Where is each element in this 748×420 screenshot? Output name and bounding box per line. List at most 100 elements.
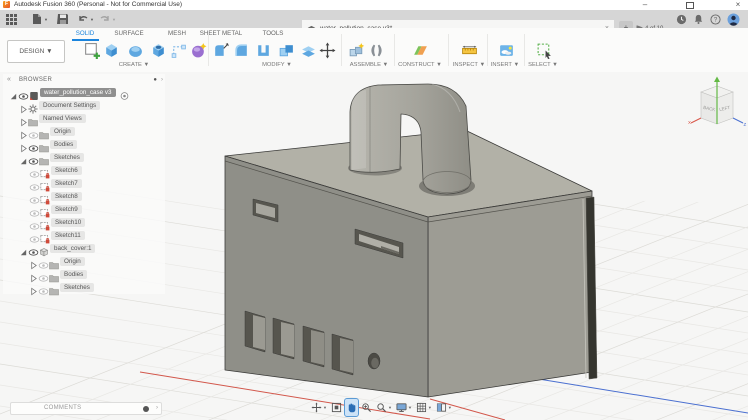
browser-item-bodies[interactable]: Bodies	[3, 268, 165, 281]
measure-icon[interactable]	[461, 42, 478, 59]
tab-solid[interactable]: SOLID	[70, 29, 100, 39]
group-label-select[interactable]: SELECT ▼	[513, 62, 573, 68]
collapse-panel-icon[interactable]: «	[7, 74, 11, 86]
browser-item-sketches[interactable]: Sketches	[3, 151, 165, 164]
panel-options-icon[interactable]: ●	[153, 74, 157, 86]
comments-bar[interactable]: COMMENTS ›	[10, 402, 162, 415]
browser-item-back-cover-1[interactable]: back_cover:1	[3, 242, 165, 255]
move-copy-icon[interactable]	[319, 42, 336, 59]
pattern-icon[interactable]	[170, 42, 187, 59]
expander-collapsed-icon[interactable]	[29, 270, 38, 279]
redo-caret[interactable]: ▼	[112, 17, 116, 22]
help-icon[interactable]: ?	[710, 14, 721, 25]
browser-item-bodies[interactable]: Bodies	[3, 138, 165, 151]
activate-component-radio[interactable]	[119, 88, 131, 98]
visibility-eye-icon[interactable]	[28, 244, 39, 253]
expander-expanded-icon[interactable]	[19, 153, 28, 162]
pan-button[interactable]	[345, 399, 358, 416]
construction-plane-icon[interactable]	[412, 42, 429, 59]
browser-item-sketch7[interactable]: Sketch7	[3, 177, 165, 190]
revolve-icon[interactable]	[127, 42, 144, 59]
expander-expanded-icon[interactable]	[19, 244, 28, 253]
maximize-button[interactable]	[686, 2, 694, 9]
browser-item-sketch9[interactable]: Sketch9	[3, 203, 165, 216]
browser-item-named-views[interactable]: Named Views	[3, 112, 165, 125]
browser-item-sketch11[interactable]: Sketch11	[3, 229, 165, 242]
visibility-eye-icon[interactable]	[29, 179, 40, 188]
tab-sheet-metal[interactable]: SHEET METAL	[198, 29, 244, 39]
3d-viewport[interactable]: BACK LEFT X Z « BROWSER ● › water_pollut…	[0, 72, 748, 420]
expander-collapsed-icon[interactable]	[19, 114, 28, 123]
folder-icon	[49, 283, 60, 293]
new-component-icon[interactable]	[348, 42, 365, 59]
file-menu-caret[interactable]: ▼	[44, 17, 48, 22]
visibility-eye-icon[interactable]	[28, 153, 39, 162]
browser-item-origin[interactable]: Origin	[3, 125, 165, 138]
separator	[394, 34, 395, 66]
folder-icon	[49, 257, 60, 267]
expander-collapsed-icon[interactable]	[19, 140, 28, 149]
visibility-eye-icon[interactable]	[29, 231, 40, 240]
orbit-button[interactable]: ▼	[310, 399, 328, 416]
undo-caret[interactable]: ▼	[90, 17, 94, 22]
user-avatar[interactable]	[727, 13, 740, 26]
data-panel-icon[interactable]	[5, 13, 17, 25]
expander-collapsed-icon[interactable]	[19, 127, 28, 136]
grid-snaps-button[interactable]: ▼	[415, 399, 433, 416]
expander-collapsed-icon[interactable]	[29, 283, 38, 292]
display-settings-button[interactable]: ▼	[395, 399, 413, 416]
fit-button[interactable]	[330, 399, 343, 416]
press-pull-icon[interactable]	[212, 42, 229, 59]
close-button[interactable]: ×	[732, 0, 744, 10]
visibility-eye-icon[interactable]	[29, 205, 40, 214]
job-status-icon[interactable]	[676, 14, 687, 25]
browser-item-sketches[interactable]: Sketches	[3, 281, 165, 294]
browser-item-water-pollution-case-v3[interactable]: water_pollution_case v3	[3, 86, 165, 99]
visibility-eye-icon[interactable]	[38, 283, 49, 292]
zoom-button[interactable]	[360, 399, 373, 416]
split-icon[interactable]	[300, 42, 317, 59]
tab-tools[interactable]: TOOLS	[258, 29, 288, 39]
insert-image-icon[interactable]	[498, 42, 515, 59]
visibility-eye-icon[interactable]	[29, 192, 40, 201]
zoom-window-button[interactable]: ▼	[375, 399, 393, 416]
visibility-eye-icon[interactable]	[18, 88, 29, 97]
notifications-bell-icon[interactable]	[693, 14, 704, 25]
expander-expanded-icon[interactable]	[9, 88, 18, 97]
combine-icon[interactable]	[278, 42, 295, 59]
expander-collapsed-icon[interactable]	[29, 257, 38, 266]
create-sketch-icon[interactable]	[83, 42, 100, 59]
save-icon[interactable]	[57, 13, 69, 25]
expander-collapsed-icon[interactable]	[19, 101, 28, 110]
hole-icon[interactable]	[150, 42, 167, 59]
tab-surface[interactable]: SURFACE	[110, 29, 148, 39]
comments-expand-icon[interactable]: ›	[156, 403, 158, 414]
workspace-selector[interactable]: DESIGN ▼	[7, 40, 65, 63]
visibility-eye-icon[interactable]	[29, 218, 40, 227]
minimize-button[interactable]: –	[639, 0, 651, 10]
group-label-modify[interactable]: MODIFY ▼	[247, 62, 307, 68]
browser-item-sketch8[interactable]: Sketch8	[3, 190, 165, 203]
browser-item-sketch10[interactable]: Sketch10	[3, 216, 165, 229]
separator	[208, 34, 209, 66]
redo-icon[interactable]	[99, 13, 111, 25]
undo-icon[interactable]	[77, 13, 89, 25]
viewcube[interactable]: BACK LEFT X Z	[686, 76, 748, 140]
visibility-eye-icon[interactable]	[29, 166, 40, 175]
browser-item-document-settings[interactable]: Document Settings	[3, 99, 165, 112]
create-form-icon[interactable]	[190, 42, 207, 59]
select-icon[interactable]	[536, 42, 553, 59]
shell-icon[interactable]	[255, 42, 272, 59]
visibility-eye-icon[interactable]	[38, 257, 49, 266]
group-label-create[interactable]: CREATE ▼	[104, 62, 164, 68]
viewports-button[interactable]: ▼	[435, 399, 453, 416]
visibility-eye-icon[interactable]	[28, 127, 39, 136]
tab-mesh[interactable]: MESH	[162, 29, 192, 39]
fillet-icon[interactable]	[233, 42, 250, 59]
visibility-eye-icon[interactable]	[28, 140, 39, 149]
extrude-icon[interactable]	[103, 42, 120, 59]
joint-icon[interactable]	[368, 42, 385, 59]
panel-chevron-icon[interactable]: ›	[161, 74, 163, 86]
file-menu-icon[interactable]	[31, 13, 43, 25]
visibility-eye-icon[interactable]	[38, 270, 49, 279]
